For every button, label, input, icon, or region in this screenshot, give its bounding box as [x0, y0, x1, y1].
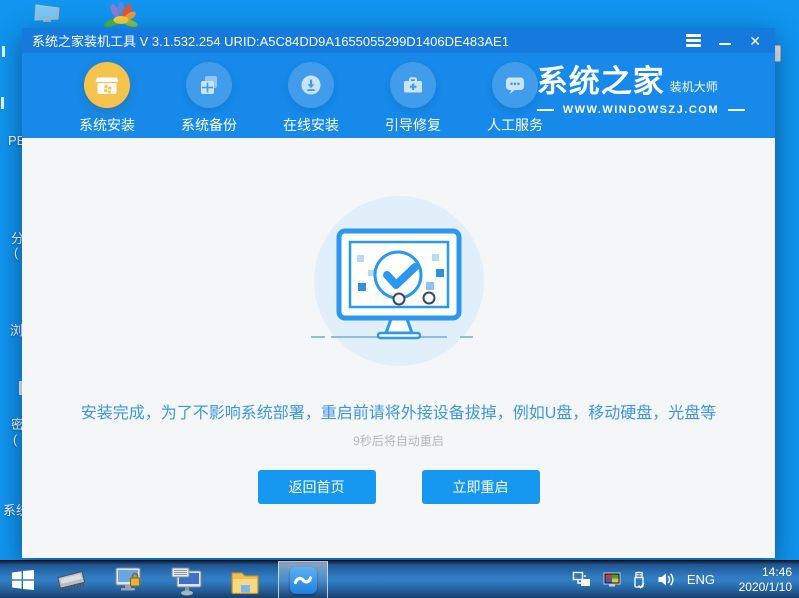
hamburger-menu-icon[interactable]	[686, 34, 702, 47]
language-indicator[interactable]: ENG	[687, 572, 715, 587]
desktop-label-paren: (	[14, 245, 19, 260]
nav-item-boot-repair[interactable]: 引导修复	[362, 62, 464, 135]
brand-site: WWW.WINDOWSZJ.COM	[562, 104, 719, 116]
taskbar-partition-tool[interactable]	[112, 564, 146, 596]
nav-label: 系统安装	[79, 117, 135, 133]
monitor-lock-icon	[115, 567, 141, 590]
desktop-screen: PE 分 ( 浏 密 ( 系统 系统之家装机工具 V 3.1.532.254 U…	[0, 0, 799, 598]
taskbar-file-explorer[interactable]	[228, 564, 262, 596]
speaker-icon[interactable]	[657, 572, 676, 587]
restart-countdown: 9秒后将自动重启	[353, 434, 444, 448]
clock-date: 2020/1/10	[738, 579, 792, 594]
brand-subtitle: 装机大师	[669, 80, 718, 94]
backup-copies-icon	[186, 62, 232, 108]
window-title: 系统之家装机工具 V 3.1.532.254 URID:A5C84DD9A165…	[32, 34, 509, 49]
monitor-keyboard-icon	[171, 567, 202, 595]
nav-bar: 系统安装 系统备份 在线安装 引导修复 人工服务 系统之家 装机大师 WWW.W…	[22, 53, 775, 138]
clock-time: 14:46	[761, 564, 792, 579]
taskbar-ram-tool[interactable]	[54, 564, 88, 596]
ram-chip-icon	[57, 570, 85, 592]
taskbar: ENG 14:46 2020/1/10	[0, 560, 799, 598]
logo-dash	[536, 109, 554, 111]
brand-logo: 系统之家 装机大师 WWW.WINDOWSZJ.COM	[536, 64, 745, 116]
install-complete-message: 安装完成，为了不影响系统部署，重启前请将外接设备拔掉，例如U盘，移动硬盘，光盘等	[80, 405, 717, 422]
nav-item-system-backup[interactable]: 系统备份	[158, 62, 260, 135]
desktop-icon-fragment	[1, 97, 4, 109]
display-color-icon[interactable]	[603, 572, 621, 588]
nav-label: 在线安装	[283, 117, 339, 133]
usb-icon[interactable]	[632, 571, 646, 589]
install-box-icon	[84, 62, 130, 108]
nav-label: 引导修复	[385, 117, 441, 133]
desktop-label-paren2: (	[13, 432, 18, 447]
success-monitor-illustration	[310, 196, 484, 366]
action-buttons: 返回首页 立即重启	[22, 470, 775, 504]
windows-start-icon	[12, 569, 34, 590]
logo-dash	[728, 109, 745, 111]
home-button[interactable]: 返回首页	[257, 470, 376, 504]
desktop-this-pc-icon[interactable]	[33, 2, 63, 30]
restart-now-button[interactable]: 立即重启	[421, 470, 540, 504]
close-icon[interactable]: ✕	[749, 34, 761, 48]
taskbar-clock[interactable]: 14:46 2020/1/10	[726, 565, 792, 595]
nav-label: 系统备份	[181, 117, 237, 133]
app-swoosh-icon	[289, 566, 317, 594]
nav-item-system-install[interactable]: 系统安装	[56, 62, 158, 135]
toolbox-repair-icon	[390, 62, 436, 108]
system-tray: ENG 14:46 2020/1/10	[572, 565, 799, 595]
download-circle-icon	[288, 62, 334, 108]
network-icon[interactable]	[572, 571, 592, 588]
titlebar[interactable]: 系统之家装机工具 V 3.1.532.254 URID:A5C84DD9A165…	[22, 28, 775, 53]
brand-name: 系统之家	[536, 64, 665, 99]
main-content: 安装完成，为了不影响系统部署，重启前请将外接设备拔掉，例如U盘，移动硬盘，光盘等…	[22, 138, 775, 558]
taskbar-keyboard-tool[interactable]	[170, 564, 204, 596]
desktop-icon-fragment	[2, 46, 5, 57]
folder-icon	[231, 572, 259, 594]
windows-start-button[interactable]	[0, 561, 46, 598]
taskbar-active-app[interactable]	[278, 561, 328, 598]
chat-service-icon	[492, 62, 538, 108]
installer-window: 系统之家装机工具 V 3.1.532.254 URID:A5C84DD9A165…	[22, 28, 775, 558]
minimize-icon[interactable]	[719, 42, 732, 46]
nav-item-online-install[interactable]: 在线安装	[260, 62, 362, 135]
nav-label: 人工服务	[487, 117, 543, 133]
